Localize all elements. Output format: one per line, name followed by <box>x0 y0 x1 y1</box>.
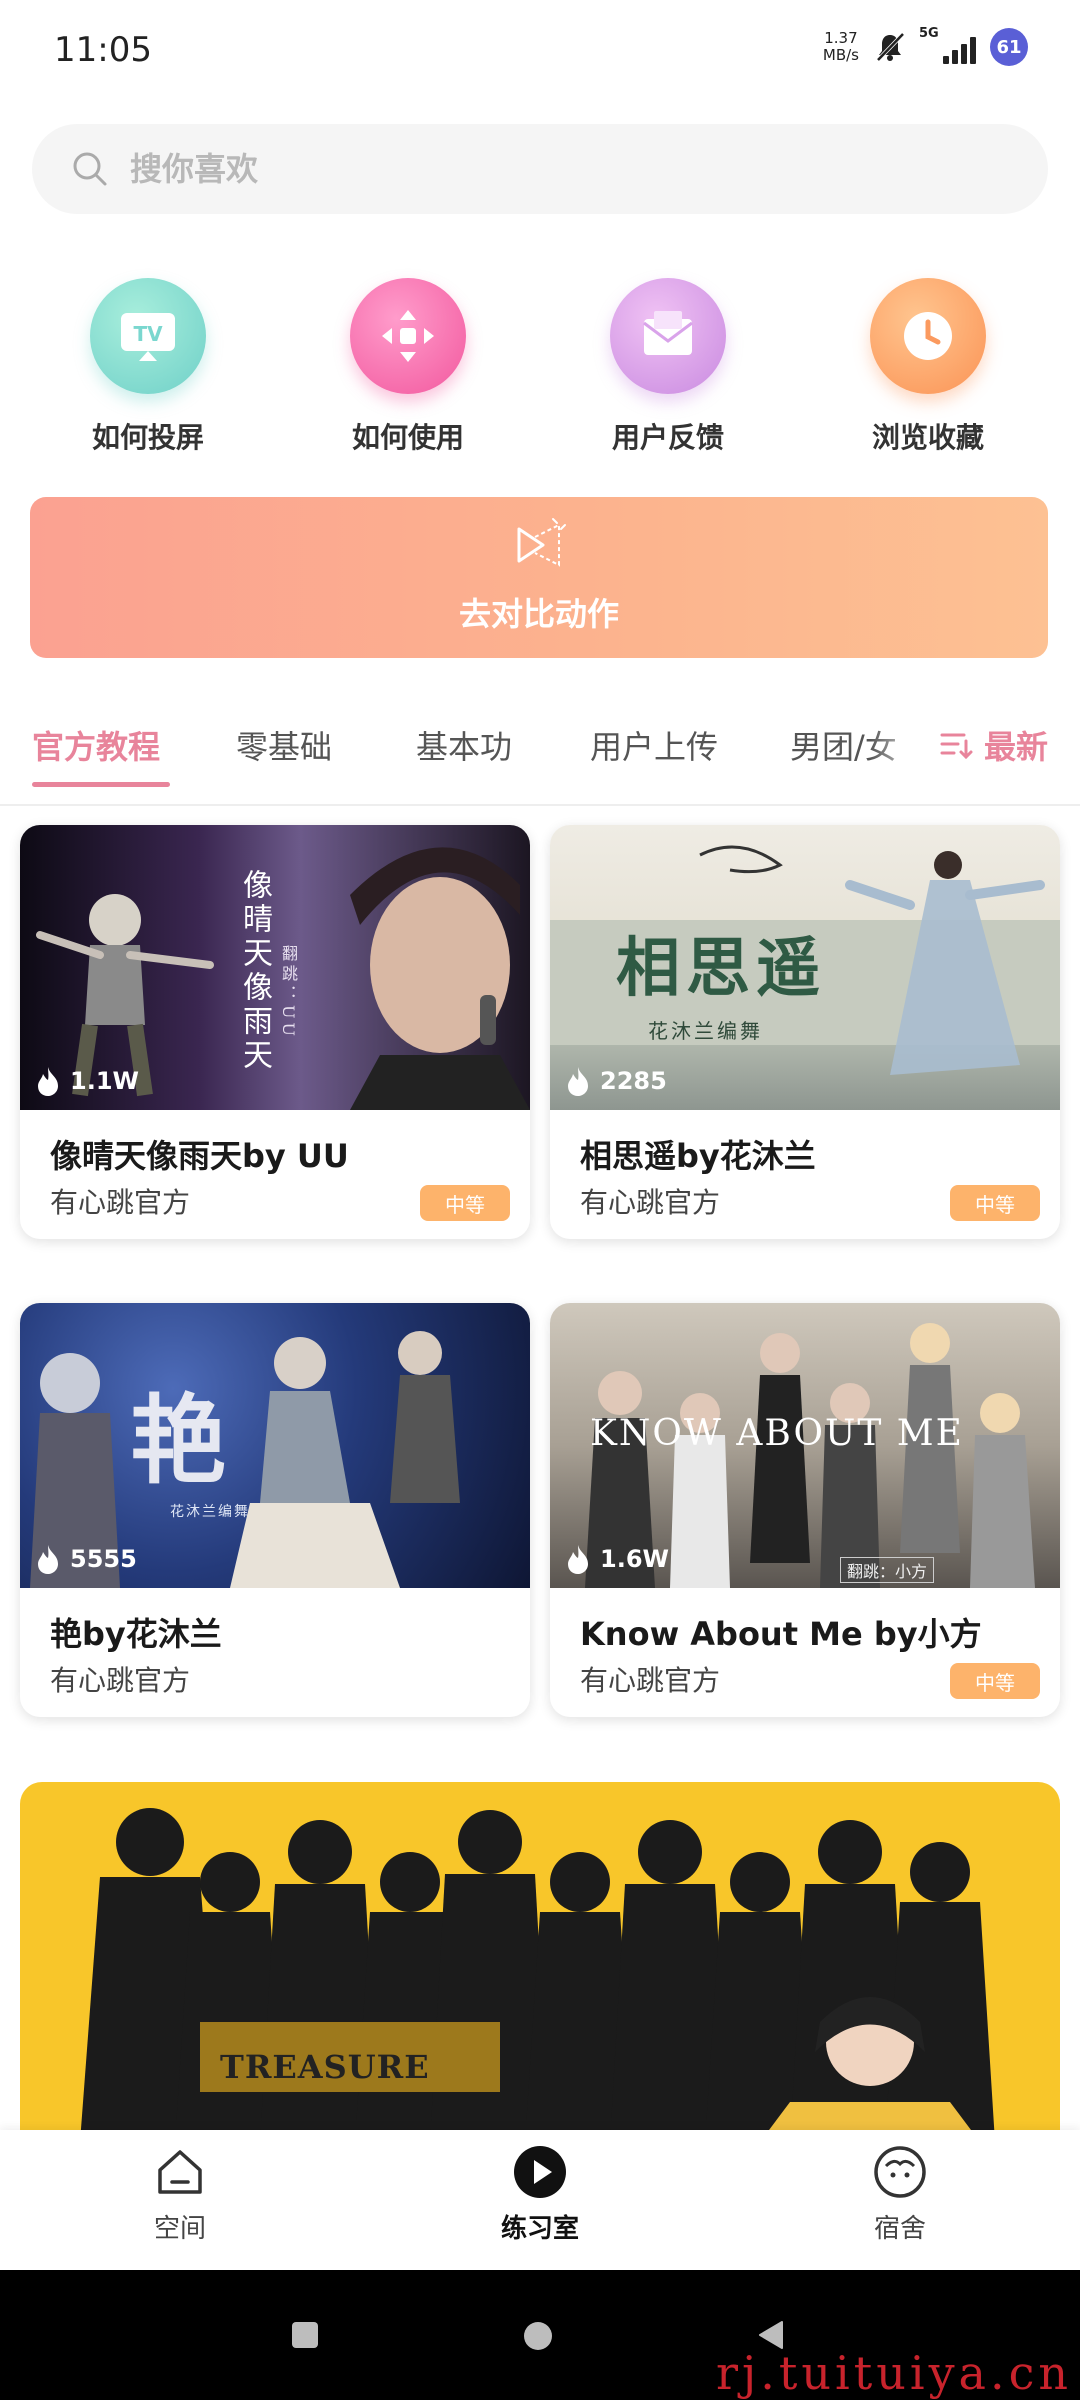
nav-space[interactable]: 空间 <box>80 2144 280 2245</box>
tv-cast-icon: TV <box>90 278 206 394</box>
sort-button[interactable]: 最新 <box>932 722 1049 768</box>
level-badge: 中等 <box>950 1185 1040 1221</box>
home-button[interactable] <box>522 2320 554 2356</box>
thumbnail-subtitle: 花沐兰编舞 <box>170 1504 250 1520</box>
square-icon <box>292 2322 318 2348</box>
tab-user-upload[interactable]: 用户上传 <box>590 722 718 768</box>
bell-off-icon <box>876 32 905 62</box>
tab-basics[interactable]: 基本功 <box>416 722 512 768</box>
compare-motion-icon <box>517 518 566 567</box>
thumbnail-subtitle: 翻跳：UU <box>279 945 298 1040</box>
video-title: 像晴天像雨天by UU <box>50 1137 349 1175</box>
status-bar: 11:05 1.37 MB/s 5G 61 <box>0 0 1080 100</box>
flame-icon <box>568 1067 588 1096</box>
thumbnail-title: KNOW ABOUT ME <box>590 1413 964 1454</box>
quick-action-label: 用户反馈 <box>611 421 724 454</box>
nav-label: 空间 <box>153 2214 206 2244</box>
tabs-fade <box>870 710 930 780</box>
search-bar[interactable] <box>32 124 1048 214</box>
dpad-icon <box>350 278 466 394</box>
home-icon <box>158 2150 202 2194</box>
quick-action-label: 如何投屏 <box>91 421 204 454</box>
status-time: 11:05 <box>54 30 152 70</box>
tab-official[interactable]: 官方教程 <box>32 722 160 768</box>
sort-icon <box>940 733 973 760</box>
face-icon <box>874 2146 926 2198</box>
nav-practice-room[interactable]: 练习室 <box>440 2144 640 2245</box>
video-card[interactable]: 艳 花沐兰编舞 5555 艳by花沐兰 有心跳官方 <box>20 1303 530 1717</box>
level-badge: 中等 <box>950 1663 1040 1699</box>
video-card[interactable]: 像晴天像雨天 翻跳：UU 1.1W 像晴天像雨天by UU 有心跳官方 中等 <box>20 825 530 1239</box>
net-speed: 1.37 MB/s <box>822 29 859 64</box>
tab-beginner[interactable]: 零基础 <box>236 722 332 768</box>
thumbnail-title: 相思遥 <box>616 931 826 1006</box>
quick-actions: TV 如何投屏 如何使用 用户反馈 浏览收藏 <box>0 278 1080 458</box>
compare-motion-button[interactable]: 去对比动作 <box>30 497 1048 658</box>
video-title: 艳by花沐兰 <box>50 1615 222 1653</box>
battery-icon: 61 <box>990 28 1028 66</box>
search-input[interactable] <box>128 149 932 189</box>
quick-action-feedback[interactable]: 用户反馈 <box>578 278 758 456</box>
circle-icon <box>524 2322 552 2350</box>
view-count: 1.1W <box>34 1065 139 1097</box>
view-count: 5555 <box>34 1543 137 1575</box>
status-icons: 1.37 MB/s 5G 61 <box>822 26 1028 66</box>
video-author: 有心跳官方 <box>50 1664 191 1697</box>
quick-action-label: 浏览收藏 <box>871 421 984 454</box>
video-author: 有心跳官方 <box>580 1186 721 1219</box>
feature-banner[interactable]: TREASURE <box>20 1782 1060 2142</box>
system-navigation-bar: rj.tuituiya.cn <box>0 2270 1080 2400</box>
recent-apps-button[interactable] <box>290 2320 320 2354</box>
flame-icon <box>38 1545 58 1574</box>
thumbnail-title: 像晴天像雨天 <box>237 869 272 1073</box>
bottom-nav: 空间 练习室 宿舍 <box>0 2130 1080 2270</box>
thumbnail-title: 艳 <box>130 1384 226 1497</box>
video-author: 有心跳官方 <box>580 1664 721 1697</box>
video-author: 有心跳官方 <box>50 1186 191 1219</box>
video-title: Know About Me by小方 <box>580 1615 982 1653</box>
quick-action-cast[interactable]: TV 如何投屏 <box>58 278 238 456</box>
feature-banner-text: TREASURE <box>220 2048 430 2086</box>
play-circle-icon <box>514 2146 566 2198</box>
level-badge: 中等 <box>420 1185 510 1221</box>
view-count: 2285 <box>564 1065 667 1097</box>
svg-text:TV: TV <box>133 322 163 346</box>
watermark-text: rj.tuituiya.cn <box>716 2346 1072 2400</box>
tab-active-indicator <box>32 782 170 787</box>
view-count: 1.6W <box>564 1543 669 1575</box>
flame-icon <box>568 1545 588 1574</box>
video-card[interactable]: KNOW ABOUT ME 翻跳：小方 1.6W Know About Me b… <box>550 1303 1060 1717</box>
video-title: 相思遥by花沐兰 <box>580 1137 816 1175</box>
category-tabs: 官方教程 零基础 基本功 用户上传 男团/女 最新 <box>0 700 1080 806</box>
search-icon <box>73 152 107 186</box>
nav-dorm[interactable]: 宿舍 <box>800 2144 1000 2245</box>
nav-label: 宿舍 <box>873 2214 926 2244</box>
feature-banner-artwork <box>80 1808 995 2142</box>
thumbnail-subtitle: 花沐兰编舞 <box>648 1019 763 1043</box>
thumbnail-subtitle: 翻跳：小方 <box>840 1557 935 1583</box>
signal-icon: 5G <box>919 26 976 64</box>
nav-label: 练习室 <box>500 2214 579 2244</box>
video-card[interactable]: 相思遥 花沐兰编舞 2285 相思遥by花沐兰 有心跳官方 中等 <box>550 825 1060 1239</box>
compare-motion-label: 去对比动作 <box>458 595 619 633</box>
clock-icon <box>870 278 986 394</box>
quick-action-howto[interactable]: 如何使用 <box>318 278 498 456</box>
quick-action-favorites[interactable]: 浏览收藏 <box>838 278 1018 456</box>
quick-action-label: 如何使用 <box>351 421 464 454</box>
flame-icon <box>38 1067 58 1096</box>
sort-label: 最新 <box>984 728 1049 766</box>
mail-icon <box>610 278 726 394</box>
